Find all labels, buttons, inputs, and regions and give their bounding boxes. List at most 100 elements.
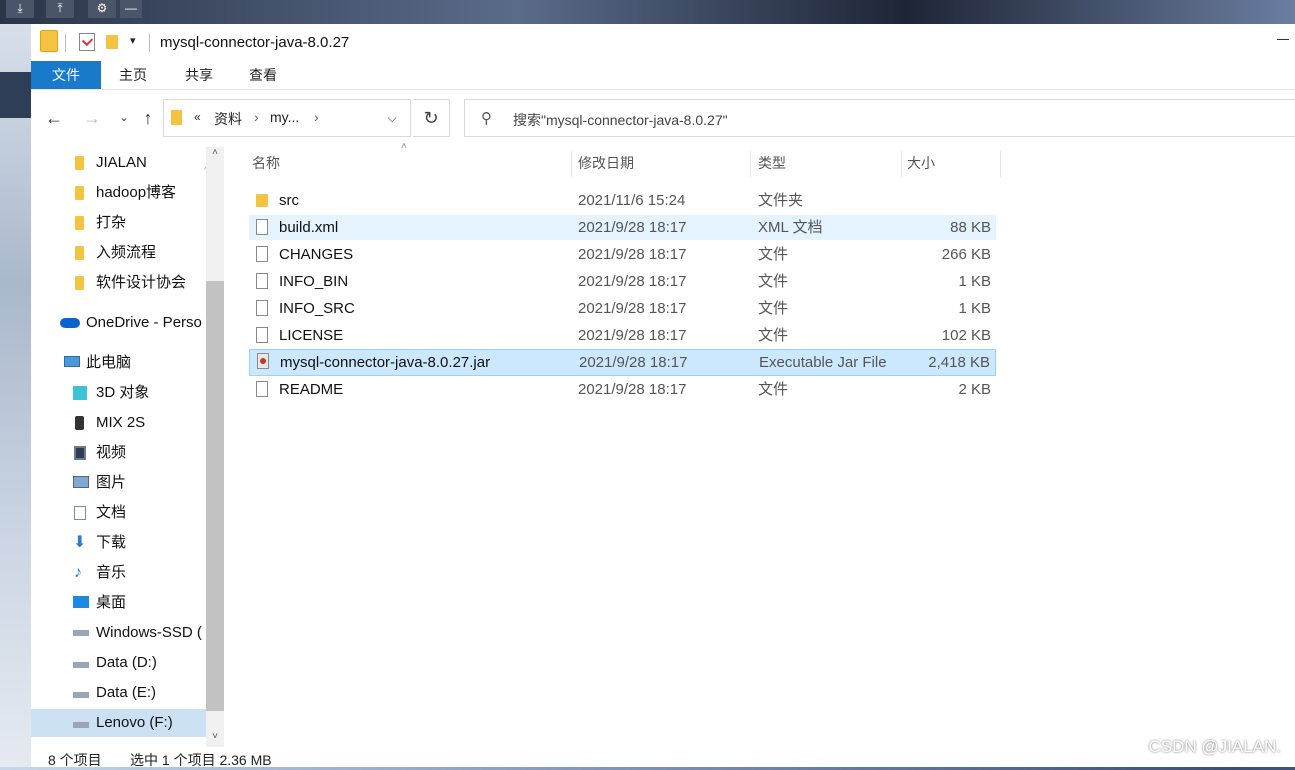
file-name: build.xml xyxy=(279,219,339,236)
file-row-jar[interactable]: mysql-connector-java-8.0.27.jar 2021/9/2… xyxy=(249,349,996,376)
tab-view[interactable]: 查看 xyxy=(233,61,293,89)
tab-share[interactable]: 共享 xyxy=(169,61,229,89)
nav-item-downloads[interactable]: ⬇ 下载 xyxy=(31,529,224,557)
folder-icon xyxy=(256,194,268,207)
nav-item-label: Lenovo (F:) xyxy=(96,714,173,731)
file-size: 102 KB xyxy=(941,327,991,344)
phone-icon xyxy=(75,416,84,430)
file-type: XML 文档 xyxy=(758,219,823,236)
drive-icon xyxy=(73,722,89,728)
video-icon xyxy=(74,446,86,460)
refresh-button[interactable]: ↻ xyxy=(413,99,450,137)
nav-item-videos[interactable]: 视频 xyxy=(31,439,224,467)
download-icon: ⬇ xyxy=(73,534,87,551)
file-date: 2021/9/28 18:17 xyxy=(578,381,687,398)
column-header-size[interactable]: 大小 xyxy=(907,147,935,179)
nav-item-windows-ssd[interactable]: Windows-SSD ( xyxy=(31,619,224,647)
search-icon: ⚲ xyxy=(481,110,492,127)
column-divider[interactable] xyxy=(571,151,572,177)
file-date: 2021/11/6 15:24 xyxy=(578,192,686,209)
nav-item-label: 3D 对象 xyxy=(96,384,150,401)
item-count: 8 个项目 xyxy=(48,752,102,768)
scroll-down-arrow[interactable]: ˅ xyxy=(206,731,224,747)
file-row-info-src[interactable]: INFO_SRC 2021/9/28 18:17 文件 1 KB xyxy=(249,296,996,321)
nav-item-data-d[interactable]: Data (D:) xyxy=(31,649,224,677)
chevron-right-icon[interactable]: › xyxy=(314,109,319,125)
breadcrumb-overflow[interactable]: « xyxy=(194,110,201,124)
file-size: 2,418 KB xyxy=(928,354,990,371)
file-name: mysql-connector-java-8.0.27.jar xyxy=(280,354,491,371)
file-row-license[interactable]: LICENSE 2021/9/28 18:17 文件 102 KB xyxy=(249,323,996,348)
recent-locations-button[interactable]: ⌄ xyxy=(113,107,135,129)
chevron-down-icon[interactable]: ⌵ xyxy=(374,100,410,136)
breadcrumb-item[interactable]: 资料 xyxy=(214,109,242,129)
upload-icon: ⤒ xyxy=(46,0,74,18)
ribbon-tabs: 文件 主页 共享 查看 xyxy=(31,61,1295,90)
column-divider[interactable] xyxy=(901,151,902,177)
nav-item-lenovo-f[interactable]: Lenovo (F:) xyxy=(31,709,224,737)
file-row-src[interactable]: src 2021/11/6 15:24 文件夹 xyxy=(249,188,996,213)
column-header-name[interactable]: 名称 xyxy=(252,147,280,179)
forward-button[interactable]: → xyxy=(81,107,103,129)
search-placeholder: 搜索"mysql-connector-java-8.0.27" xyxy=(513,112,728,128)
nav-item-pictures[interactable]: 图片 xyxy=(31,469,224,497)
file-type: 文件 xyxy=(758,381,789,398)
file-size: 88 KB xyxy=(950,219,991,236)
column-divider[interactable] xyxy=(750,151,751,177)
file-name: CHANGES xyxy=(279,246,354,263)
nav-item-desktop[interactable]: 桌面 xyxy=(31,589,224,617)
nav-item-process[interactable]: 入频流程 xyxy=(31,239,224,267)
file-icon xyxy=(256,300,268,316)
nav-item-label: hadoop博客 xyxy=(96,184,177,201)
nav-item-documents[interactable]: 文档 xyxy=(31,499,224,527)
column-header-type[interactable]: 类型 xyxy=(758,147,786,179)
minimize-button[interactable] xyxy=(1273,28,1293,48)
file-row-build-xml[interactable]: build.xml 2021/9/28 18:17 XML 文档 88 KB xyxy=(249,215,996,240)
watermark: CSDN @JIALAN. xyxy=(1148,737,1281,756)
navigation-scrollbar[interactable]: ˄ ˅ xyxy=(206,147,224,747)
nav-item-onedrive[interactable]: OneDrive - Perso xyxy=(31,309,224,337)
nav-item-dazha[interactable]: 打杂 xyxy=(31,209,224,237)
nav-item-label: 音乐 xyxy=(96,564,127,581)
customize-quick-access-icon[interactable]: ▾ xyxy=(130,34,136,47)
file-date: 2021/9/28 18:17 xyxy=(578,219,687,236)
search-box[interactable]: ⚲ 搜索"mysql-connector-java-8.0.27" xyxy=(464,99,1295,137)
nav-item-label: Windows-SSD ( xyxy=(96,624,202,641)
file-size: 1 KB xyxy=(958,273,991,290)
address-bar[interactable]: « 资料 › my... › ⌵ xyxy=(163,99,411,137)
tab-home[interactable]: 主页 xyxy=(103,61,163,89)
nav-item-label: 软件设计协会 xyxy=(96,274,187,291)
file-icon xyxy=(256,219,268,235)
back-button[interactable]: ← xyxy=(43,107,65,129)
file-name: README xyxy=(279,381,344,398)
nav-item-label: 视频 xyxy=(96,444,127,461)
tab-file[interactable]: 文件 xyxy=(31,61,101,89)
nav-item-3d-objects[interactable]: 3D 对象 xyxy=(31,379,224,407)
up-button[interactable]: ↑ xyxy=(137,107,159,129)
properties-icon[interactable] xyxy=(79,33,95,51)
jar-icon xyxy=(257,353,269,369)
pictures-icon xyxy=(73,476,89,488)
chevron-right-icon[interactable]: › xyxy=(254,109,259,125)
file-row-changes[interactable]: CHANGES 2021/9/28 18:17 文件 266 KB xyxy=(249,242,996,267)
nav-item-label: Data (D:) xyxy=(96,654,157,671)
nav-item-association[interactable]: 软件设计协会 xyxy=(31,269,224,297)
nav-item-hadoop[interactable]: hadoop博客 xyxy=(31,179,224,207)
scrollbar-thumb[interactable] xyxy=(206,281,224,711)
desktop-top-strip: ⤓ ⤒ ⚙ — xyxy=(0,0,1295,24)
nav-item-mix2s[interactable]: MIX 2S xyxy=(31,409,224,437)
nav-item-music[interactable]: ♪ 音乐 xyxy=(31,559,224,587)
file-type: 文件 xyxy=(758,273,789,290)
column-divider[interactable] xyxy=(1000,151,1001,177)
scroll-up-arrow[interactable]: ˄ xyxy=(206,147,224,163)
file-row-readme[interactable]: README 2021/9/28 18:17 文件 2 KB xyxy=(249,377,996,402)
new-folder-icon[interactable] xyxy=(106,35,118,49)
nav-item-this-pc[interactable]: 此电脑 xyxy=(31,349,224,377)
drive-icon xyxy=(73,662,89,668)
breadcrumb-item[interactable]: my... xyxy=(270,109,299,125)
window-title: mysql-connector-java-8.0.27 xyxy=(160,34,350,51)
nav-item-data-e[interactable]: Data (E:) xyxy=(31,679,224,707)
nav-item-jialan[interactable]: JIALAN 📌 xyxy=(31,149,224,177)
column-header-date[interactable]: 修改日期 xyxy=(578,147,634,179)
file-row-info-bin[interactable]: INFO_BIN 2021/9/28 18:17 文件 1 KB xyxy=(249,269,996,294)
